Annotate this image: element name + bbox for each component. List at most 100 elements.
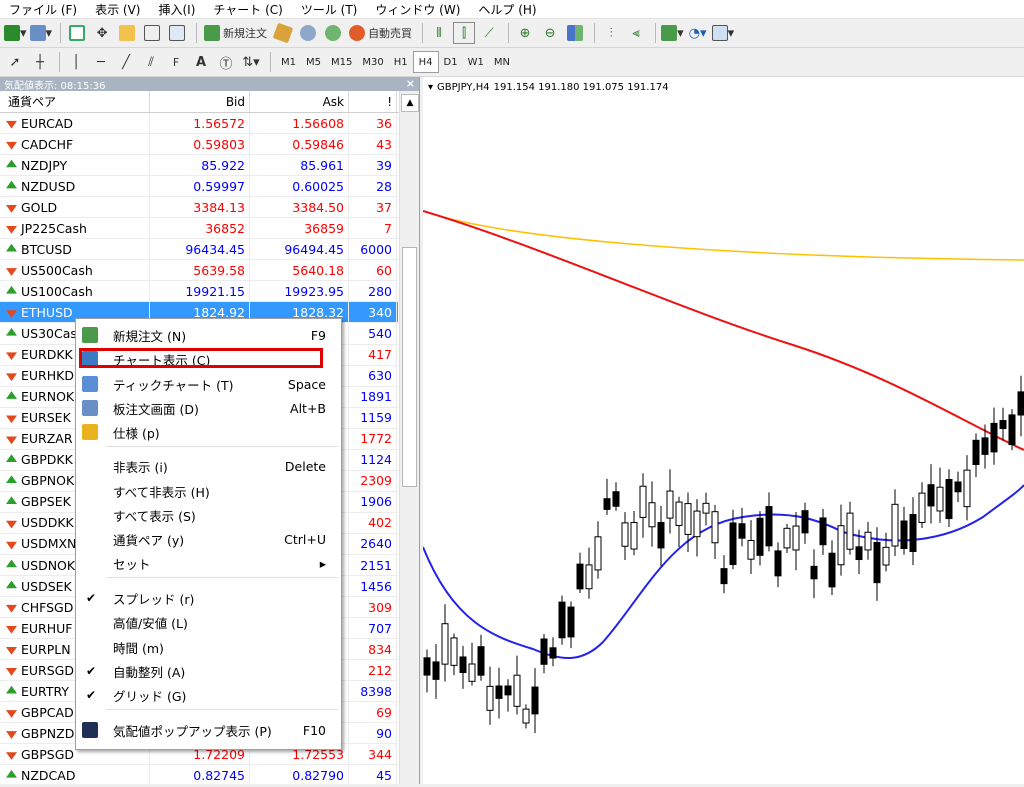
bid-cell: 5639.58 xyxy=(150,260,250,281)
timeframe-m30[interactable]: M30 xyxy=(357,51,388,73)
data-window-icon[interactable]: ✥ xyxy=(91,22,113,44)
spread-cell: 60 xyxy=(349,260,397,281)
candlestick xyxy=(693,499,701,557)
timeframe-m5[interactable]: M5 xyxy=(301,51,326,73)
menu-charts[interactable]: チャート (C) xyxy=(204,1,291,18)
context-menu-item[interactable]: 時間 (m) xyxy=(76,636,341,658)
tile-windows-icon[interactable] xyxy=(564,22,586,44)
metaeditor-icon[interactable] xyxy=(272,22,294,44)
arrows-icon[interactable]: ⇅▾ xyxy=(240,51,262,73)
table-row[interactable]: GOLD 3384.13 3384.50 37 xyxy=(0,197,398,219)
table-row[interactable]: CADCHF 0.59803 0.59846 43 xyxy=(0,134,398,156)
context-menu-item[interactable]: すべて非表示 (H) xyxy=(76,480,341,502)
symbol-name: GBPDKK xyxy=(21,452,73,468)
crosshair-icon[interactable]: ┼ xyxy=(29,51,51,73)
chart-dropdown-icon[interactable]: ▾ xyxy=(428,82,433,93)
column-symbol[interactable]: 通貨ペア xyxy=(0,91,150,112)
indicators-icon[interactable]: ▾ xyxy=(661,22,684,44)
arrow-down-icon xyxy=(6,205,17,213)
table-row[interactable]: BTCUSD 96434.45 96494.45 6000 xyxy=(0,239,398,261)
context-menu-item[interactable]: 高値/安値 (L) xyxy=(76,611,341,633)
text-icon[interactable]: A xyxy=(190,51,212,73)
text-label-icon[interactable]: Ⓣ xyxy=(215,51,237,73)
timeframe-h1[interactable]: H1 xyxy=(389,51,413,73)
signals-icon[interactable] xyxy=(322,22,344,44)
symbol-name: GBPNZD xyxy=(21,725,75,741)
spread-cell: 417 xyxy=(349,344,397,365)
timeframe-mn[interactable]: MN xyxy=(489,51,515,73)
table-row[interactable]: US100Cash 19921.15 19923.95 280 xyxy=(0,281,398,303)
table-row[interactable]: NZDCAD 0.82745 0.82790 45 xyxy=(0,765,398,787)
context-menu-item[interactable]: ✔ 自動整列 (A) xyxy=(76,660,341,682)
chart-window[interactable]: ▾ GBPJPY,H4 191.154 191.180 191.075 191.… xyxy=(422,77,1024,784)
context-menu-item[interactable]: ✔ グリッド (G) xyxy=(76,684,341,706)
timeframe-d1[interactable]: D1 xyxy=(439,51,463,73)
column-spread[interactable]: ! xyxy=(349,91,397,112)
column-ask[interactable]: Ask xyxy=(250,91,349,112)
scrollbar-thumb[interactable] xyxy=(402,247,417,487)
spread-value: 43 xyxy=(376,136,392,152)
auto-scroll-icon[interactable]: ⫶ xyxy=(600,22,622,44)
zoom-in-icon[interactable]: ⊕ xyxy=(514,22,536,44)
zoom-out-icon[interactable]: ⊖ xyxy=(539,22,561,44)
column-bid[interactable]: Bid xyxy=(150,91,250,112)
vertical-scrollbar[interactable]: ▲ xyxy=(399,91,419,784)
symbol-name: US500Cash xyxy=(21,262,93,278)
menu-insert[interactable]: 挿入(I) xyxy=(149,1,204,18)
terminal-icon[interactable] xyxy=(141,22,163,44)
menu-view[interactable]: 表示 (V) xyxy=(86,1,149,18)
chart-shift-icon[interactable]: ⫷ xyxy=(625,22,647,44)
table-row[interactable]: NZDJPY 85.922 85.961 39 xyxy=(0,155,398,177)
market-watch-icon[interactable] xyxy=(66,22,88,44)
table-row[interactable]: NZDUSD 0.59997 0.60025 28 xyxy=(0,176,398,198)
new-order-button[interactable]: 新規注文 xyxy=(202,22,269,44)
context-menu-item[interactable]: 非表示 (i) Delete xyxy=(76,455,341,477)
community-icon[interactable] xyxy=(297,22,319,44)
context-menu-item[interactable]: 板注文画面 (D) Alt+B xyxy=(76,397,341,419)
timeframe-m15[interactable]: M15 xyxy=(326,51,357,73)
context-menu-item[interactable]: 仕様 (p) xyxy=(76,421,341,443)
table-row[interactable]: EURCAD 1.56572 1.56608 36 xyxy=(0,113,398,135)
templates-icon[interactable]: ▾ xyxy=(711,22,734,44)
timeframe-h4[interactable]: H4 xyxy=(412,51,439,73)
context-menu-item[interactable]: 気配値ポップアップ表示 (P) F10 xyxy=(76,719,341,741)
context-menu-item[interactable]: すべて表示 (S) xyxy=(76,504,341,526)
context-menu-item[interactable]: ✔ スプレッド (r) xyxy=(76,587,341,609)
horizontal-line-icon[interactable]: ─ xyxy=(90,51,112,73)
table-row[interactable]: US500Cash 5639.58 5640.18 60 xyxy=(0,260,398,282)
spread-value: 834 xyxy=(368,641,392,657)
arrow-up-icon xyxy=(6,327,17,336)
navigator-icon[interactable] xyxy=(116,22,138,44)
new-chart-icon[interactable]: ▾ xyxy=(4,22,27,44)
symbol-cell: US500Cash xyxy=(0,260,150,281)
close-icon[interactable]: × xyxy=(406,77,415,90)
arrow-up-icon xyxy=(6,496,17,505)
fibonacci-icon[interactable]: F xyxy=(165,51,187,73)
cursor-icon[interactable]: ➚ xyxy=(4,51,26,73)
timeframe-w1[interactable]: W1 xyxy=(463,51,489,73)
periods-icon[interactable]: ◔▾ xyxy=(687,22,709,44)
auto-trading-button[interactable]: 自動売買 xyxy=(347,22,414,44)
menu-window[interactable]: ウィンドウ (W) xyxy=(366,1,469,18)
line-chart-icon[interactable]: ⟋ xyxy=(478,22,500,44)
bid-cell: 19921.15 xyxy=(150,281,250,302)
bar-chart-icon[interactable]: ⫴ xyxy=(428,22,450,44)
equidistant-channel-icon[interactable]: ⫽ xyxy=(140,51,162,73)
context-menu-item[interactable]: 新規注文 (N) F9 xyxy=(76,324,341,346)
vertical-line-icon[interactable]: │ xyxy=(65,51,87,73)
strategy-tester-icon[interactable] xyxy=(166,22,188,44)
menu-help[interactable]: ヘルプ (H) xyxy=(469,1,545,18)
context-menu-item[interactable]: 通貨ペア (y) Ctrl+U xyxy=(76,528,341,550)
context-menu-label: すべて表示 (S) xyxy=(113,508,196,524)
spread-cell: 37 xyxy=(349,197,397,218)
context-menu-item[interactable]: セット ▸ xyxy=(76,552,341,574)
context-menu-item[interactable]: ティックチャート (T) Space xyxy=(76,373,341,395)
trendline-icon[interactable]: ╱ xyxy=(115,51,137,73)
timeframe-m1[interactable]: M1 xyxy=(276,51,301,73)
profiles-icon[interactable]: ▾ xyxy=(29,22,52,44)
table-row[interactable]: JP225Cash 36852 36859 7 xyxy=(0,218,398,240)
menu-file[interactable]: ファイル (F) xyxy=(0,1,86,18)
scroll-up-icon[interactable]: ▲ xyxy=(401,94,419,112)
menu-tools[interactable]: ツール (T) xyxy=(292,1,367,18)
candlestick-icon[interactable]: ⫿ xyxy=(453,22,476,44)
